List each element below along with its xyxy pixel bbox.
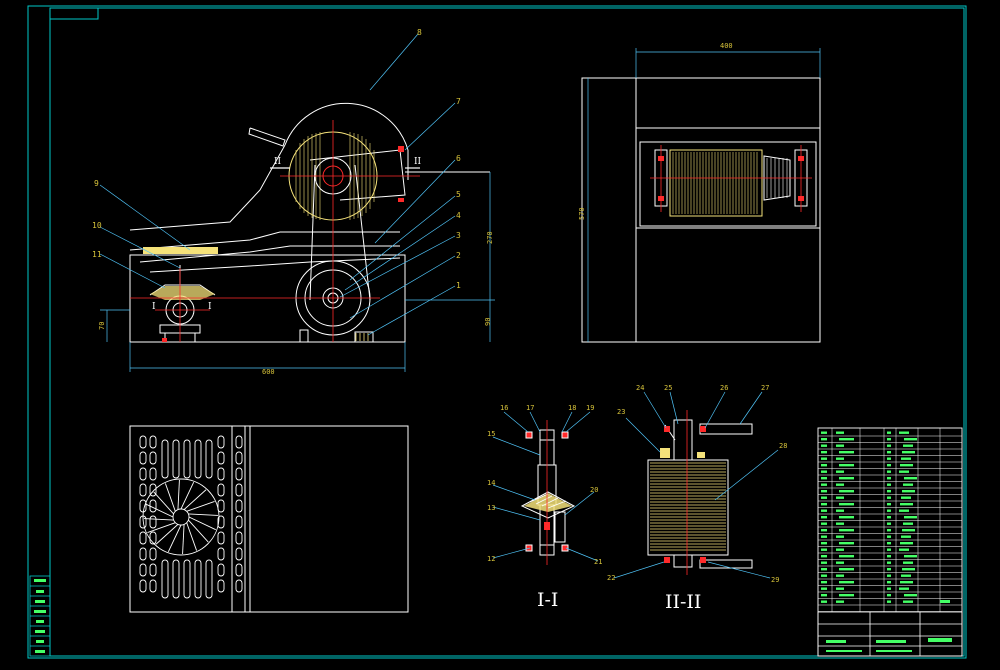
top-view xyxy=(129,425,409,613)
part-label: 6 xyxy=(456,154,461,163)
part-label: 9 xyxy=(94,179,99,188)
part-label: 17 xyxy=(526,404,534,412)
section-II-view xyxy=(613,391,779,579)
dim-600: 600 xyxy=(262,368,275,376)
part-label: 16 xyxy=(500,404,508,412)
fan-wheel xyxy=(142,478,220,556)
grille-slots xyxy=(139,435,243,599)
part-label: 13 xyxy=(487,504,495,512)
section-mark-II-left: II xyxy=(274,157,282,167)
part-label: 26 xyxy=(720,384,728,392)
section-I-view xyxy=(492,411,599,565)
part-label: 2 xyxy=(456,251,461,260)
cad-drawing-sheet: 1 2 3 4 5 6 7 8 9 10 11 II II I I 600 27… xyxy=(0,0,1000,666)
part-label: 7 xyxy=(456,97,461,106)
dim-400: 400 xyxy=(720,42,733,50)
section-mark-II-right: II xyxy=(414,157,422,167)
part-label: 1 xyxy=(456,281,461,290)
dim-70: 70 xyxy=(98,322,106,330)
part-label: 27 xyxy=(761,384,769,392)
parts-list-table xyxy=(817,427,963,657)
part-label: 19 xyxy=(586,404,594,412)
sheet-frame xyxy=(27,5,967,659)
part-label: 22 xyxy=(607,574,615,582)
part-label: 29 xyxy=(771,576,779,584)
part-label: 4 xyxy=(456,211,461,220)
title-block xyxy=(817,611,963,657)
part-label: 25 xyxy=(664,384,672,392)
section-mark-I-left: I xyxy=(152,302,156,312)
part-label: 23 xyxy=(617,408,625,416)
dim-570: 570 xyxy=(578,207,586,220)
section-I-labels: 12 13 14 15 16 17 18 19 20 21 xyxy=(487,404,602,566)
side-view xyxy=(581,48,821,343)
binding-stamp-strip xyxy=(29,575,51,657)
part-label: 11 xyxy=(92,250,102,259)
part-label: 15 xyxy=(487,430,495,438)
part-label: 18 xyxy=(568,404,576,412)
drawing-canvas: 1 2 3 4 5 6 7 8 9 10 11 II II I I 600 27… xyxy=(27,5,967,659)
part-label: 21 xyxy=(594,558,602,566)
part-label: 14 xyxy=(487,479,495,487)
dim-90: 90 xyxy=(484,318,492,326)
part-label: 10 xyxy=(92,221,102,230)
part-label: 20 xyxy=(590,486,598,494)
part-label: 5 xyxy=(456,190,461,199)
screen-plate xyxy=(143,247,218,254)
title-block-marks xyxy=(826,600,952,652)
section-I-title: I-I xyxy=(537,589,558,611)
part-label: 24 xyxy=(636,384,644,392)
front-view xyxy=(99,33,495,372)
side-view-drum-hatch xyxy=(672,152,758,214)
section-mark-I-right: I xyxy=(208,302,212,312)
part-label: 28 xyxy=(779,442,787,450)
part-label: 8 xyxy=(417,28,422,37)
part-label: 3 xyxy=(456,231,461,240)
section-II-title: II-II xyxy=(665,591,701,613)
dim-270: 270 xyxy=(486,231,494,244)
part-label: 12 xyxy=(487,555,495,563)
